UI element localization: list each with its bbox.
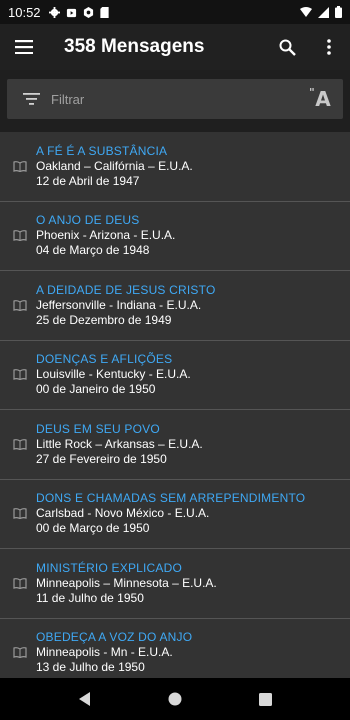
book-icon xyxy=(0,577,36,589)
list-item[interactable]: DONS E CHAMADAS SEM ARREPENDIMENTO Carls… xyxy=(0,479,350,549)
status-notification-icons xyxy=(48,6,109,18)
system-nav-bar xyxy=(0,678,350,720)
list-item[interactable]: OBEDEÇA A VOZ DO ANJO Minneapolis - Mn -… xyxy=(0,618,350,678)
gear-icon xyxy=(48,6,60,18)
sd-card-icon xyxy=(99,6,109,18)
message-date: 27 de Fevereiro de 1950 xyxy=(36,451,167,466)
item-text: DOENÇAS E AFLIÇÕES Louisville - Kentucky… xyxy=(36,352,191,397)
app-bar-actions xyxy=(266,24,350,70)
filter-icon[interactable] xyxy=(11,93,51,105)
message-place: Jeffersonville - Indiana - E.U.A. xyxy=(36,297,202,312)
message-title: DEUS EM SEU POVO xyxy=(36,421,160,436)
overflow-menu-button[interactable] xyxy=(308,24,350,70)
item-text: DEUS EM SEU POVO Little Rock – Arkansas … xyxy=(36,422,203,467)
filter-input[interactable] xyxy=(51,91,303,107)
signal-icon xyxy=(318,6,329,18)
item-text: MINISTÉRIO EXPLICADO Minneapolis – Minne… xyxy=(36,561,217,606)
status-time: 10:52 xyxy=(8,4,41,20)
message-date: 12 de Abril de 1947 xyxy=(36,173,140,188)
status-system-icons xyxy=(300,6,342,18)
page-title: 358 Mensagens xyxy=(64,36,205,57)
item-text: A DEIDADE DE JESUS CRISTO Jeffersonville… xyxy=(36,283,216,328)
list-item[interactable]: A FÉ É A SUBSTÂNCIA Oakland – Califórnia… xyxy=(0,132,350,202)
app-bar: 358 Mensagens xyxy=(0,24,350,70)
filter-box: " A xyxy=(7,79,343,119)
book-icon xyxy=(0,299,36,311)
message-place: Carlsbad - Novo México - E.U.A. xyxy=(36,506,210,521)
home-icon xyxy=(168,692,182,706)
hamburger-menu-icon xyxy=(15,40,33,54)
message-title: O ANJO DE DEUS xyxy=(36,213,140,228)
list-item[interactable]: A DEIDADE DE JESUS CRISTO Jeffersonville… xyxy=(0,271,350,341)
message-title: OBEDEÇA A VOZ DO ANJO xyxy=(36,630,193,645)
list-item[interactable]: DOENÇAS E AFLIÇÕES Louisville - Kentucky… xyxy=(0,340,350,410)
gear-icon xyxy=(83,6,93,18)
message-date: 13 de Julho de 1950 xyxy=(36,660,145,675)
playstore-icon xyxy=(66,8,76,17)
message-place: Minneapolis - Mn - E.U.A. xyxy=(36,645,173,660)
wifi-icon xyxy=(300,7,312,17)
book-icon xyxy=(0,160,36,172)
item-text: O ANJO DE DEUS Phoenix - Arizona - E.U.A… xyxy=(36,213,175,258)
search-button[interactable] xyxy=(266,24,308,70)
more-vert-icon xyxy=(327,39,331,55)
item-text: DONS E CHAMADAS SEM ARREPENDIMENTO Carls… xyxy=(36,491,305,536)
message-date: 04 de Março de 1948 xyxy=(36,243,150,258)
message-place: Minneapolis – Minnesota – E.U.A. xyxy=(36,575,217,590)
message-title: DONS E CHAMADAS SEM ARREPENDIMENTO xyxy=(36,491,306,506)
book-icon xyxy=(0,230,36,242)
search-icon xyxy=(279,39,296,56)
message-date: 00 de Março de 1950 xyxy=(36,521,150,536)
status-bar: 10:52 xyxy=(0,0,350,24)
menu-button[interactable] xyxy=(0,24,48,70)
filter-list-icon xyxy=(22,93,40,105)
back-icon xyxy=(79,692,90,706)
list-item[interactable]: MINISTÉRIO EXPLICADO Minneapolis – Minne… xyxy=(0,549,350,619)
font-toggle-label: A xyxy=(315,87,331,111)
message-list: A FÉ É A SUBSTÂNCIA Oakland – Califórnia… xyxy=(0,132,350,678)
recents-button[interactable] xyxy=(245,679,285,719)
message-date: 00 de Janeiro de 1950 xyxy=(36,382,156,397)
battery-icon xyxy=(335,6,342,18)
message-title: A FÉ É A SUBSTÂNCIA xyxy=(36,143,168,158)
message-place: Louisville - Kentucky - E.U.A. xyxy=(36,367,191,382)
message-title: A DEIDADE DE JESUS CRISTO xyxy=(36,282,216,297)
home-button[interactable] xyxy=(155,679,195,719)
book-icon xyxy=(0,438,36,450)
message-title: MINISTÉRIO EXPLICADO xyxy=(36,560,183,575)
list-item[interactable]: O ANJO DE DEUS Phoenix - Arizona - E.U.A… xyxy=(0,201,350,271)
message-title: DOENÇAS E AFLIÇÕES xyxy=(36,352,173,367)
item-text: OBEDEÇA A VOZ DO ANJO Minneapolis - Mn -… xyxy=(36,630,192,675)
message-date: 25 de Dezembro de 1949 xyxy=(36,312,172,327)
list-item[interactable]: DEUS EM SEU POVO Little Rock – Arkansas … xyxy=(0,410,350,480)
item-text: A FÉ É A SUBSTÂNCIA Oakland – Califórnia… xyxy=(36,144,193,189)
recents-icon xyxy=(258,692,272,706)
message-place: Phoenix - Arizona - E.U.A. xyxy=(36,228,176,243)
book-icon xyxy=(0,369,36,381)
message-place: Oakland – Califórnia – E.U.A. xyxy=(36,158,193,173)
book-icon xyxy=(0,508,36,520)
back-button[interactable] xyxy=(65,679,105,719)
book-icon xyxy=(0,647,36,659)
font-toggle-button[interactable]: " A xyxy=(303,79,343,119)
message-place: Little Rock – Arkansas – E.U.A. xyxy=(36,436,203,451)
quote-icon: " xyxy=(309,86,315,99)
message-date: 11 de Julho de 1950 xyxy=(36,590,144,605)
filter-area: " A xyxy=(0,70,350,130)
